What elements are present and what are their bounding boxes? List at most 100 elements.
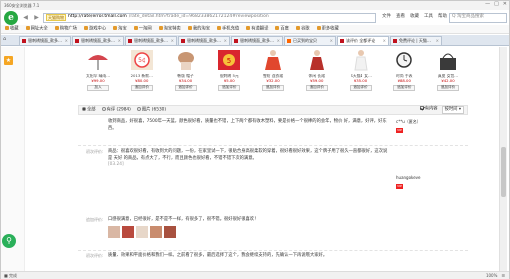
assistant-icon[interactable]: ⚲ [2,234,16,248]
tmall-icon [128,39,132,43]
fav-item[interactable]: 我的淘宝 [187,26,210,32]
back-icon[interactable]: ◀ [21,13,30,22]
tmall-icon [340,39,344,43]
fav-item[interactable]: 百度 [275,26,289,32]
menu-view[interactable]: 查看 [396,15,405,20]
url-host: http://rate/error.tmall.com [68,14,127,20]
add-review-button[interactable]: 追加评价 [262,84,284,91]
favorite-star-icon[interactable]: ★ [4,56,13,65]
favorites-bar: 收藏 网址大全 购物广场 游戏中心 淘宝 一淘网 淘宝特卖 我的淘宝 手机充值 … [1,25,509,34]
has-content-checkbox[interactable]: 有内容 [419,105,438,114]
fav-item[interactable]: 网址大全 [25,26,48,32]
window-title: 360安全浏览器 7.1 [4,2,40,8]
add-review-button[interactable]: 追加评价 [349,84,372,91]
product-image [265,50,281,70]
fav-item[interactable]: 一淘网 [133,26,152,32]
zoom-level[interactable]: 100% [486,273,497,278]
product-card[interactable]: 太阳伞 晴雨… ¥99.00 加入 [80,47,116,103]
fav-item[interactable]: 游戏中心 [83,26,106,32]
link-icon [295,26,300,31]
link-icon [275,26,280,31]
review-photo[interactable] [164,225,176,238]
fav-item[interactable]: 购物广场 [54,26,77,32]
fav-item[interactable]: 淘宝特卖 [158,26,181,32]
home-icon[interactable]: ⌂ [3,37,6,42]
menu-icon[interactable]: ☰ [501,273,505,278]
add-review-button[interactable]: 追加评价 [305,84,328,91]
filter-content[interactable]: 有评 (2984) [101,107,131,113]
review-user: huangokeve VIP [396,175,421,189]
review-photo[interactable] [136,225,148,238]
star-icon [5,26,9,31]
tab[interactable]: 银刺绣镜面_款多… × [72,36,124,45]
product-card[interactable]: 雪纺 连衣裙 ¥32.00 追加评价 [255,47,291,103]
add-review-button[interactable]: 追加评价 [174,84,197,91]
menu-file[interactable]: 文件 [382,15,391,20]
review-date: [03.24] [108,162,124,167]
fav-item[interactable]: 淘宝 [113,26,127,32]
add-review-button[interactable]: 加入 [87,84,109,91]
filter-pics[interactable]: 图片 (6530) [136,107,166,113]
fav-item[interactable]: 收藏 [5,26,19,32]
sort-dropdown[interactable]: 按时间 ▾ [441,105,464,115]
search-input[interactable]: Q 淘宝商品搜索 [449,12,507,23]
close-tab-icon[interactable]: × [383,39,386,43]
menu-help[interactable]: 帮助 [438,15,447,20]
close-tab-icon[interactable]: × [118,39,121,43]
review-photo[interactable] [150,225,162,238]
add-review-button[interactable]: 追加评价 [437,84,459,91]
product-card[interactable]: 休闲 长裙 ¥59.00 追加评价 [299,47,335,103]
review-photo[interactable] [108,225,120,238]
tab[interactable]: 银刺绣镜面_款多… × [178,36,230,45]
filter-all[interactable]: 全部 [82,107,96,113]
menu-tools[interactable]: 工具 [424,15,433,20]
product-card[interactable]: 【天猫】女… ¥35.00 追加评价 [343,47,379,103]
window-controls: — □ ✕ [485,2,507,7]
product-card[interactable]: 时尚 手表 ¥88.00 追加评价 [386,47,422,103]
fav-item[interactable]: 有道翻译 [246,26,268,32]
product-image [309,50,324,70]
close-tab-icon[interactable]: × [171,39,174,43]
tab-active[interactable]: 该评价 全都评论 × [337,36,389,45]
fav-item[interactable]: 谷歌 [295,26,310,32]
product-card[interactable]: 5 银刺绣 5元 ¥5.00 追加评价 [211,47,247,103]
filter-right: 有内容 按时间 ▾ [419,105,464,115]
tab[interactable]: 已买到的宝贝 × [284,36,336,45]
tab[interactable]: 免费评论 | 天猫… × [390,36,442,45]
forward-icon[interactable]: ▶ [32,13,41,22]
close-icon[interactable]: ✕ [503,2,507,7]
vip-badge-icon: VIP [396,183,403,189]
review-text: 收到商品，好很喜，7500年一天蓝，颜色很好看，质量也不错，上下两个都有收木塑料… [108,119,387,131]
add-review-button[interactable]: 追加评价 [393,84,416,91]
maximize-icon[interactable]: □ [494,2,499,7]
review-text: 商品：很喜欢很好看，有收到大的问题，一份，在家里试一下，很贴合身高很柔软的穿着，… [108,149,388,167]
product-card[interactable]: 真皮 女包… ¥42.00 追加评价 [430,47,466,103]
radio-icon [136,107,141,112]
close-tab-icon[interactable]: × [277,39,280,43]
tab[interactable]: 银刺绣镜面_款多… × [125,36,177,45]
url-bar[interactable]: 天猫购物 http://rate/error.tmall.com /rate_d… [43,12,376,23]
status-right: 100% ☰ [486,273,505,278]
add-review-button[interactable]: 追加评价 [130,84,153,91]
close-tab-icon[interactable]: × [65,39,68,43]
fav-item[interactable]: 手机充值 [217,26,239,32]
tab[interactable]: 银刺绣镜面_款多… × [231,36,283,45]
minimize-icon[interactable]: — [485,2,490,7]
close-tab-icon[interactable]: × [224,39,227,43]
page-content: 太阳伞 晴雨… ¥99.00 加入 5¢ 2013 新款… ¥80.00 追加评… [78,47,468,271]
radio-icon [101,107,106,112]
close-tab-icon[interactable]: × [436,39,439,43]
divider [78,145,468,146]
scroll-thumb[interactable] [501,147,506,197]
url-path: /rate_detail.htm?trade_id=96823386217212… [128,14,269,20]
product-card[interactable]: 5¢ 2013 新款… ¥80.00 追加评价 [124,47,160,103]
product-card[interactable]: 韩版 帽子 ¥34.00 追加评价 [168,47,204,103]
close-tab-icon[interactable]: × [330,39,333,43]
browser-logo-icon[interactable]: e [4,11,18,25]
tab[interactable]: 银刺绣镜面_款多… × [19,36,71,45]
review-photo[interactable] [122,225,134,238]
vertical-scrollbar[interactable] [499,47,507,271]
fav-item[interactable]: 更多收藏 [316,26,339,32]
add-review-button[interactable]: 追加评价 [218,84,241,91]
menu-favorites[interactable]: 收藏 [410,15,419,20]
